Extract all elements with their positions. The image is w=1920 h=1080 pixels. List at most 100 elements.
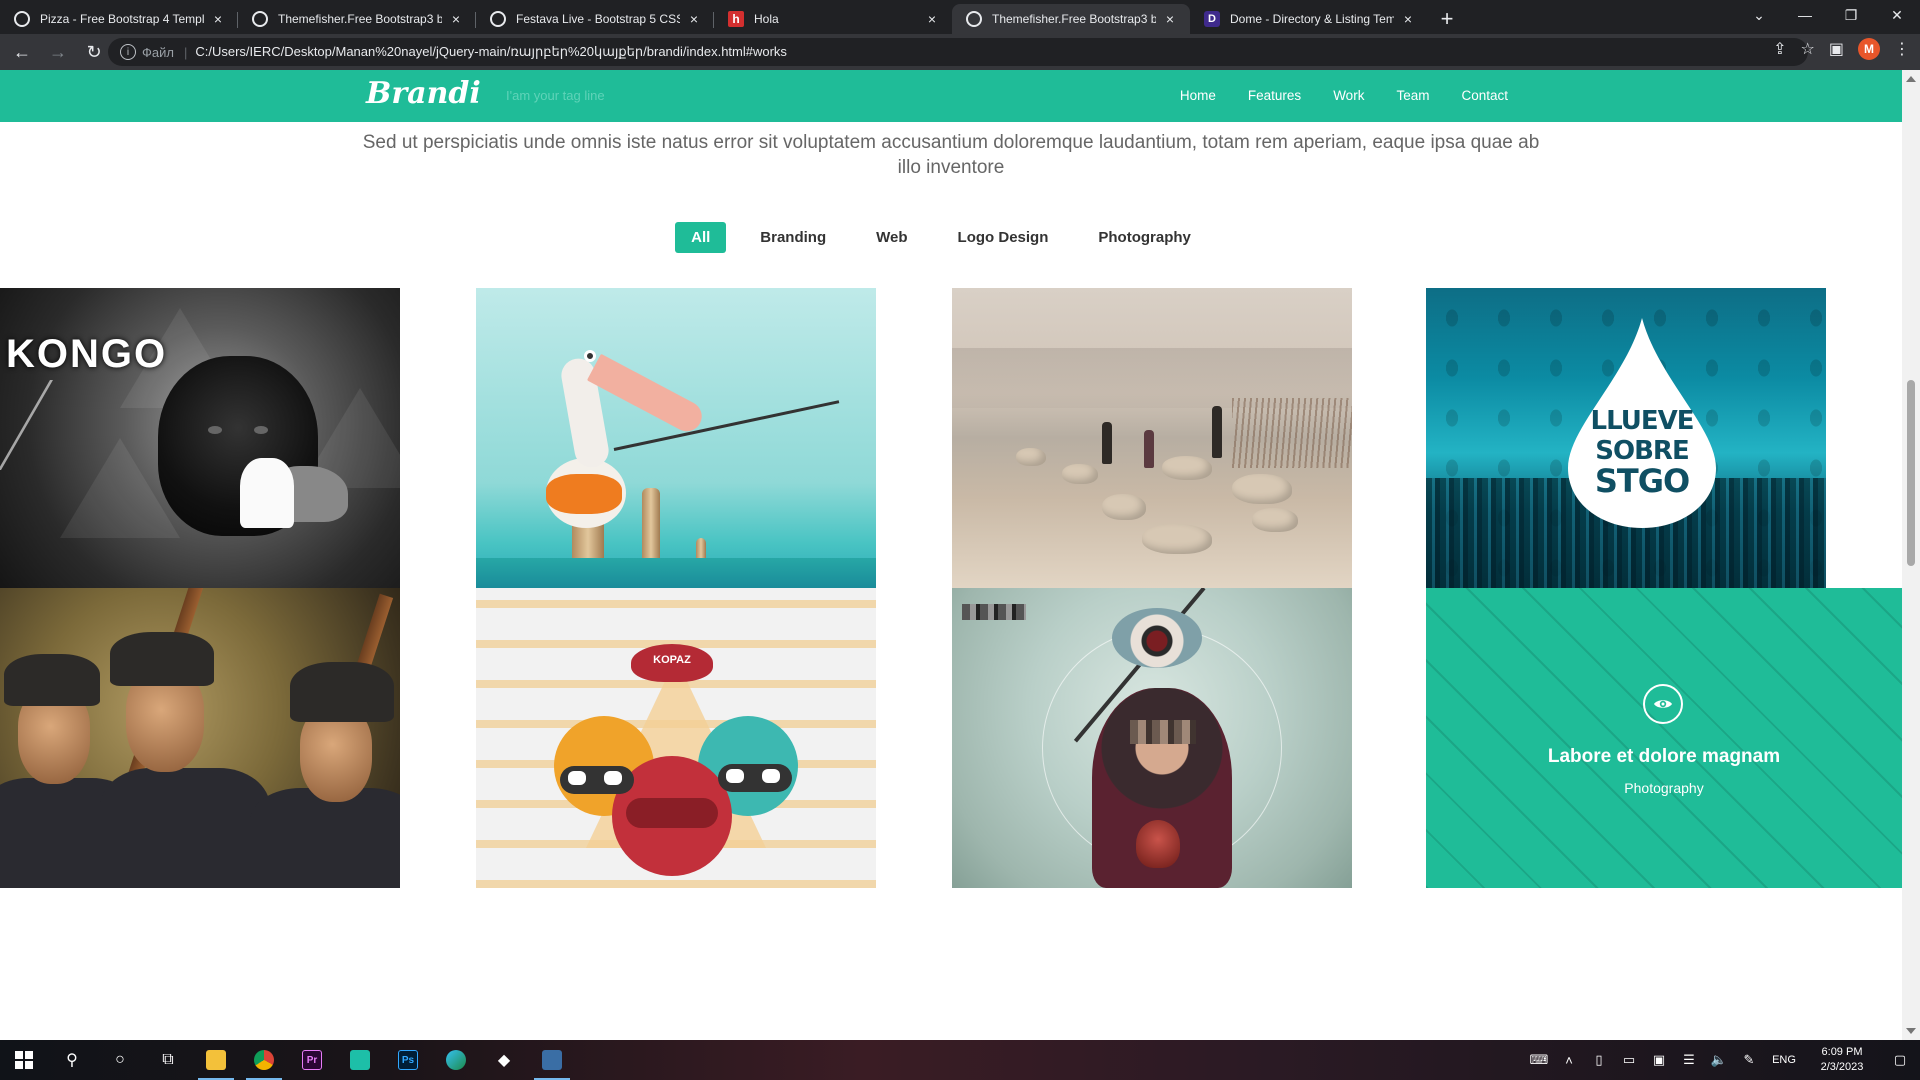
page-scrollbar[interactable] — [1902, 70, 1920, 1040]
chrome-icon[interactable] — [240, 1040, 288, 1080]
tab-pizza[interactable]: Pizza - Free Bootstrap 4 Template × — [0, 4, 238, 34]
portfolio-item-lake[interactable] — [952, 288, 1352, 588]
monitor-icon[interactable]: ▣ — [1644, 1052, 1674, 1068]
portfolio-item-title: Labore et dolore magnam — [1547, 746, 1781, 767]
portfolio-item-kopaz[interactable]: KOPAZ — [476, 588, 876, 888]
tab-favicon-icon — [14, 11, 30, 27]
file-explorer-icon[interactable] — [192, 1040, 240, 1080]
tab-close-icon[interactable]: × — [448, 11, 464, 27]
new-tab-button[interactable]: + — [1432, 4, 1462, 34]
minimize-icon[interactable]: — — [1782, 0, 1828, 30]
portfolio-item-hover-overlay[interactable]: Labore et dolore magnam Photography — [1426, 588, 1902, 888]
kongo-image-text: KONGO — [6, 332, 168, 376]
tab-festava[interactable]: Festava Live - Bootstrap 5 CSS Te × — [476, 4, 714, 34]
tab-close-icon[interactable]: × — [210, 11, 226, 27]
site-navbar: Brandi I'am your tag line Home Features … — [0, 70, 1902, 122]
system-tray: ⌨ ˄ ▯ ▭ ▣ ☰ 🔈 ✎ ENG 6:09 PM 2/3/2023 ▢ — [1524, 1040, 1920, 1080]
tab-themefisher-active[interactable]: Themefisher.Free Bootstrap3 base × — [952, 4, 1190, 34]
app-window-icon[interactable] — [528, 1040, 576, 1080]
filter-web[interactable]: Web — [860, 222, 923, 253]
forward-arrow-icon[interactable]: → — [44, 38, 72, 66]
window-controls: ⌄ — ❐ ✕ — [1736, 0, 1920, 30]
filter-photography[interactable]: Photography — [1082, 222, 1207, 253]
side-panel-icon[interactable]: ▣ — [1829, 39, 1844, 59]
portfolio-item-pelican[interactable] — [476, 288, 876, 588]
inkscape-icon[interactable]: ◆ — [480, 1040, 528, 1080]
network-icon[interactable]: ▭ — [1614, 1052, 1644, 1068]
pen-icon[interactable]: ✎ — [1734, 1052, 1764, 1068]
portfolio-item-soldiers[interactable] — [0, 588, 400, 888]
tab-title: Themefisher.Free Bootstrap3 base — [992, 12, 1156, 26]
tab-title: Pizza - Free Bootstrap 4 Template — [40, 12, 204, 26]
browser-tab-strip: Pizza - Free Bootstrap 4 Template × Them… — [0, 0, 1920, 34]
keyboard-icon[interactable]: ⌨ — [1524, 1052, 1554, 1068]
url-text[interactable]: C:/Users/IERC/Desktop/Manan%20nayel/jQue… — [195, 44, 787, 60]
menu-item-work[interactable]: Work — [1333, 88, 1364, 103]
taskbar-clock[interactable]: 6:09 PM 2/3/2023 — [1804, 1045, 1880, 1075]
tab-themefisher-1[interactable]: Themefisher.Free Bootstrap3 based × — [238, 4, 476, 34]
section-intro-text: Sed ut perspiciatis unde omnis iste natu… — [362, 132, 1540, 178]
clock-time: 6:09 PM — [1821, 1046, 1863, 1058]
filter-branding[interactable]: Branding — [744, 222, 842, 253]
close-window-icon[interactable]: ✕ — [1874, 0, 1920, 30]
page-viewport: Brandi I'am your tag line Home Features … — [0, 70, 1902, 1040]
profile-avatar[interactable]: M — [1858, 38, 1880, 60]
kopaz-ufo: KOPAZ — [631, 644, 713, 682]
bookmark-star-icon[interactable]: ☆ — [1801, 39, 1815, 59]
task-view-icon[interactable]: ⧉ — [144, 1040, 192, 1080]
tab-title: Hola — [754, 12, 779, 26]
view-eye-icon[interactable] — [1643, 684, 1683, 724]
portfolio-item-gorilla[interactable]: KONGO — [0, 288, 400, 588]
portfolio-item-eye-collage[interactable] — [952, 588, 1352, 888]
filter-logo-design[interactable]: Logo Design — [942, 222, 1065, 253]
volume-icon[interactable]: 🔈 — [1704, 1052, 1734, 1068]
tab-dome[interactable]: D Dome - Directory & Listing Temp × — [1190, 4, 1428, 34]
tab-hola[interactable]: h Hola × — [714, 4, 952, 34]
menu-item-team[interactable]: Team — [1396, 88, 1429, 103]
tray-app-icon[interactable]: ▯ — [1584, 1052, 1614, 1068]
tray-chevron-up-icon[interactable]: ˄ — [1554, 1053, 1584, 1068]
menu-kebab-icon[interactable]: ⋮ — [1894, 39, 1910, 59]
start-icon[interactable] — [0, 1040, 48, 1080]
app-icon[interactable] — [336, 1040, 384, 1080]
tab-title: Festava Live - Bootstrap 5 CSS Te — [516, 12, 680, 26]
info-icon[interactable]: i — [120, 44, 136, 60]
menu-item-contact[interactable]: Contact — [1461, 88, 1508, 103]
scrollbar-thumb[interactable] — [1907, 380, 1915, 566]
site-logo[interactable]: Brandi — [366, 76, 481, 111]
tab-favicon-d-icon: D — [1204, 11, 1220, 27]
share-icon[interactable]: ⇪ — [1773, 39, 1786, 59]
tab-close-icon[interactable]: × — [1162, 11, 1178, 27]
address-bar[interactable]: i Файл | C:/Users/IERC/Desktop/Manan%20n… — [108, 38, 1808, 66]
tab-close-icon[interactable]: × — [924, 11, 940, 27]
menu-item-home[interactable]: Home — [1180, 88, 1216, 103]
portfolio-grid: KONGO LLUEVE SOBRE STGO KOPAZ Labore et … — [0, 288, 1902, 888]
tab-close-icon[interactable]: × — [686, 11, 702, 27]
premiere-icon[interactable]: Pr — [288, 1040, 336, 1080]
tab-favicon-icon — [490, 11, 506, 27]
restore-icon[interactable]: ❐ — [1828, 0, 1874, 30]
site-tagline: I'am your tag line — [506, 88, 605, 103]
portfolio-item-llueve[interactable]: LLUEVE SOBRE STGO — [1426, 288, 1826, 588]
tab-title: Dome - Directory & Listing Temp — [1230, 12, 1394, 26]
menu-item-features[interactable]: Features — [1248, 88, 1301, 103]
edge-icon[interactable] — [432, 1040, 480, 1080]
tab-search-chevron-icon[interactable]: ⌄ — [1736, 0, 1782, 30]
filter-all[interactable]: All — [675, 222, 727, 253]
windows-taskbar: ⚲ ○ ⧉ Pr Ps ◆ ⌨ ˄ ▯ ▭ ▣ ☰ 🔈 ✎ ENG 6:09 P… — [0, 1040, 1920, 1080]
back-arrow-icon[interactable]: ← — [8, 38, 36, 66]
scroll-up-arrow-icon[interactable] — [1906, 76, 1916, 82]
toolbar-actions: ⇪ ☆ ▣ M ⋮ — [1773, 38, 1910, 60]
cortana-icon[interactable]: ○ — [96, 1040, 144, 1080]
notifications-icon[interactable]: ▢ — [1880, 1052, 1920, 1068]
tab-favicon-h-icon: h — [728, 11, 744, 27]
portfolio-item-category: Photography — [1624, 780, 1704, 796]
wifi-icon[interactable]: ☰ — [1674, 1052, 1704, 1068]
search-icon[interactable]: ⚲ — [48, 1040, 96, 1080]
url-scheme-label: Файл — [142, 44, 174, 60]
tab-close-icon[interactable]: × — [1400, 11, 1416, 27]
reload-icon[interactable]: ↻ — [80, 38, 108, 66]
photoshop-icon[interactable]: Ps — [384, 1040, 432, 1080]
language-indicator[interactable]: ENG — [1764, 1054, 1804, 1066]
scroll-down-arrow-icon[interactable] — [1906, 1028, 1916, 1034]
